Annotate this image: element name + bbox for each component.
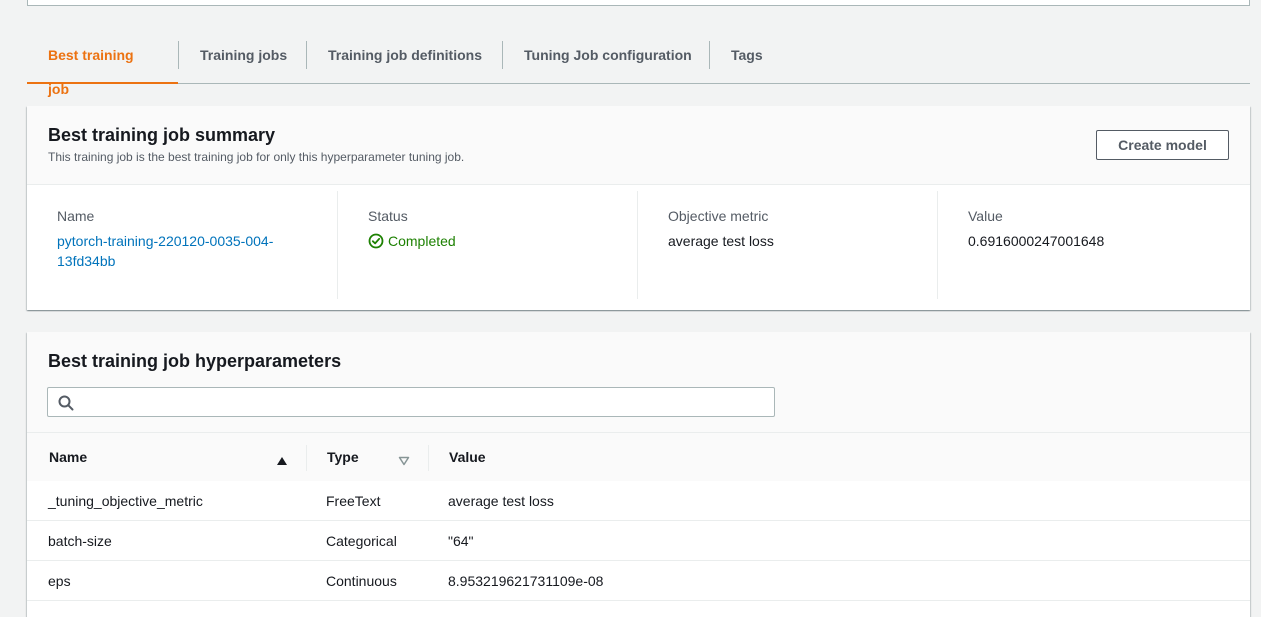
table-row — [27, 601, 1250, 617]
summary-status-column: Status Completed — [337, 191, 637, 299]
table-row: _tuning_objective_metric FreeText averag… — [27, 481, 1250, 521]
search-input[interactable] — [80, 388, 770, 416]
table-row: batch-size Categorical "64" — [27, 521, 1250, 561]
tab-training-job-definitions[interactable]: Training job definitions — [307, 38, 503, 84]
tab-tuning-job-configuration[interactable]: Tuning Job configuration — [503, 38, 713, 84]
summary-name-column: Name pytorch-training-220120-0035-004- 1… — [27, 191, 337, 299]
row-type: FreeText — [326, 493, 381, 509]
hyperparameters-search — [47, 387, 775, 417]
row-name: _tuning_objective_metric — [48, 493, 203, 509]
row-value: average test loss — [448, 493, 554, 509]
summary-title: Best training job summary — [48, 125, 276, 145]
best-training-job-summary-panel: Best training job summary This training … — [27, 106, 1250, 310]
training-job-name-link[interactable]: pytorch-training-220120-0035-004- 13fd34… — [57, 231, 337, 271]
column-header-name[interactable]: Name — [49, 433, 87, 483]
row-value: 8.953219621731109e-08 — [448, 573, 604, 589]
create-model-button[interactable]: Create model — [1096, 130, 1229, 160]
check-circle-icon — [368, 233, 384, 249]
column-header-type[interactable]: Type — [327, 433, 359, 483]
status-text: Completed — [388, 233, 456, 249]
summary-metric-column: Objective metric average test loss — [637, 191, 937, 299]
status-label: Status — [368, 208, 408, 224]
hyperparameters-title: Best training job hyperparameters — [48, 351, 342, 371]
summary-details: Name pytorch-training-220120-0035-004- 1… — [27, 185, 1250, 310]
name-label: Name — [57, 208, 95, 224]
hyperparameters-panel: Best training job hyperparameters Name T… — [27, 332, 1250, 617]
row-type: Categorical — [326, 533, 397, 549]
sort-ascending-icon[interactable] — [276, 453, 288, 469]
status-value: Completed — [368, 231, 456, 251]
summary-header: Best training job summary This training … — [27, 106, 1250, 185]
objective-metric-label: Objective metric — [668, 208, 769, 224]
table-row: eps Continuous 8.953219621731109e-08 — [27, 561, 1250, 601]
objective-value: 0.6916000247001648 — [968, 233, 1105, 249]
column-divider — [428, 445, 429, 471]
row-name: batch-size — [48, 533, 112, 549]
tab-training-jobs[interactable]: Training jobs — [179, 38, 308, 84]
objective-metric-value: average test loss — [668, 233, 774, 249]
value-label: Value — [968, 208, 1003, 224]
summary-value-column: Value 0.6916000247001648 — [937, 191, 1237, 299]
row-type: Continuous — [326, 573, 397, 589]
row-name: eps — [48, 573, 71, 589]
tab-bar: Best training job Training jobs Training… — [27, 38, 1250, 97]
previous-panel-edge — [27, 0, 1250, 6]
column-divider — [306, 445, 307, 471]
sort-descending-icon[interactable] — [398, 453, 410, 469]
column-header-value[interactable]: Value — [449, 433, 486, 483]
row-value: "64" — [448, 533, 474, 549]
tab-tags[interactable]: Tags — [710, 38, 784, 84]
tab-best-training-job[interactable]: Best training job — [27, 38, 178, 97]
summary-description: This training job is the best training j… — [48, 150, 465, 164]
table-header: Name Type Value — [27, 432, 1250, 482]
